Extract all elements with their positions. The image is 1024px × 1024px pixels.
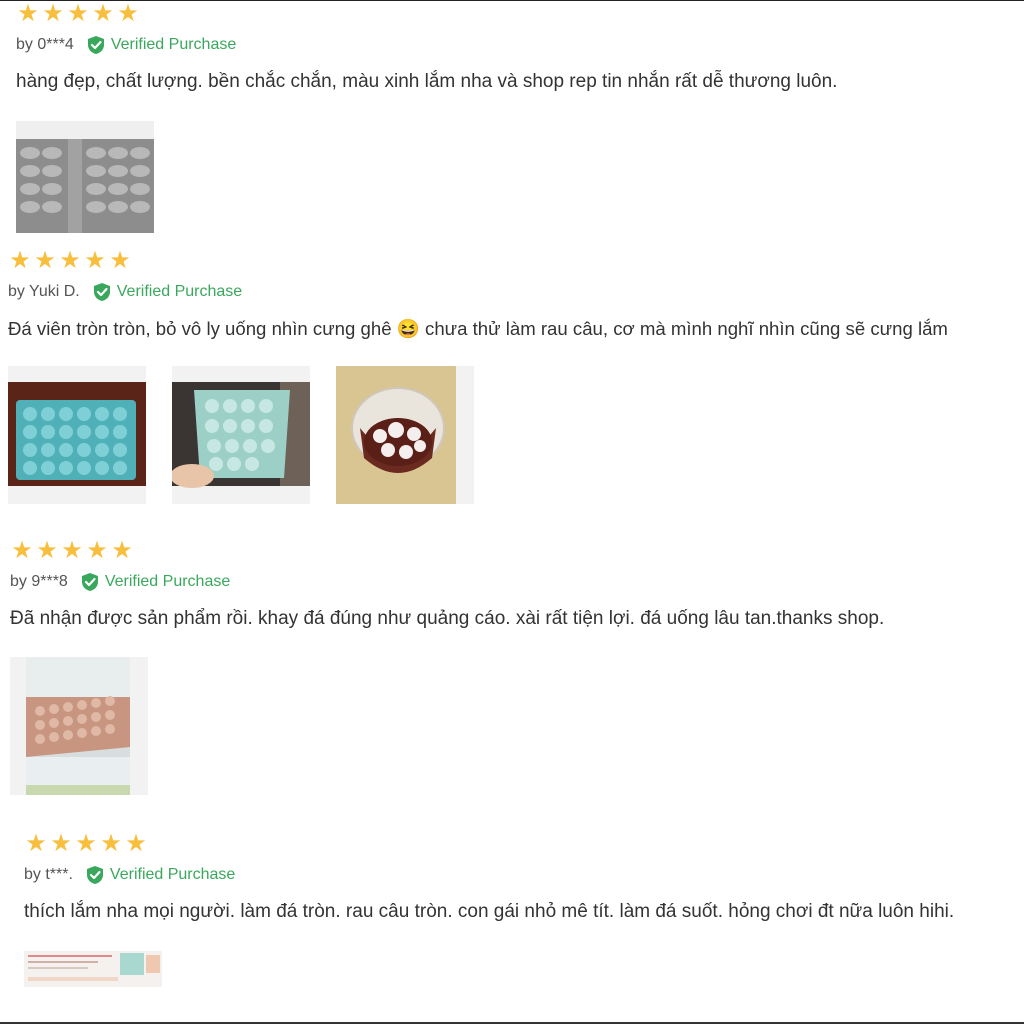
- review-item: ★ ★ ★ ★ ★ by t***. Verified Purchase thí…: [24, 832, 954, 987]
- top-border: [0, 0, 1024, 1]
- star-rating: ★ ★ ★ ★ ★: [16, 2, 837, 26]
- review-item: ★ ★ ★ ★ ★ by 9***8 Verified Purchase Đã …: [10, 539, 884, 795]
- star-icon: ★: [67, 0, 89, 27]
- review-photo[interactable]: [172, 366, 310, 504]
- star-icon: ★: [50, 830, 72, 857]
- review-item: ★ ★ ★ ★ ★ by 0***4 Verified Purchase hàn…: [16, 2, 837, 233]
- review-photo[interactable]: [336, 366, 474, 504]
- star-icon: ★: [117, 0, 139, 27]
- shield-check-icon: [87, 36, 104, 54]
- review-author: by 9***8: [10, 573, 68, 590]
- review-photo[interactable]: [16, 121, 154, 233]
- star-icon: ★: [34, 247, 56, 274]
- review-text: Đá viên tròn tròn, bỏ vô ly uống nhìn cư…: [8, 318, 948, 339]
- review-photo[interactable]: [10, 657, 148, 795]
- shield-check-icon: [93, 283, 110, 301]
- star-rating: ★ ★ ★ ★ ★: [8, 249, 948, 273]
- star-icon: ★: [9, 247, 31, 274]
- star-icon: ★: [86, 537, 108, 564]
- review-item: ★ ★ ★ ★ ★ by Yuki D. Verified Purchase Đ…: [8, 249, 948, 504]
- star-icon: ★: [75, 830, 97, 857]
- star-icon: ★: [36, 537, 58, 564]
- review-photo[interactable]: [24, 951, 162, 987]
- star-icon: ★: [125, 830, 147, 857]
- star-icon: ★: [84, 247, 106, 274]
- verified-purchase-label: Verified Purchase: [110, 36, 237, 53]
- star-icon: ★: [109, 247, 131, 274]
- star-icon: ★: [111, 537, 133, 564]
- star-icon: ★: [11, 537, 33, 564]
- review-text: Đã nhận được sản phẩm rồi. khay đá đúng …: [10, 608, 885, 629]
- verified-purchase-label: Verified Purchase: [116, 283, 243, 300]
- verified-purchase-label: Verified Purchase: [109, 866, 236, 883]
- review-text: hàng đẹp, chất lượng. bền chắc chắn, màu…: [16, 71, 838, 92]
- star-icon: ★: [92, 0, 114, 27]
- star-icon: ★: [17, 0, 39, 27]
- star-icon: ★: [61, 537, 83, 564]
- star-icon: ★: [59, 247, 81, 274]
- star-rating: ★ ★ ★ ★ ★: [10, 539, 884, 563]
- star-rating: ★ ★ ★ ★ ★: [24, 832, 954, 856]
- star-icon: ★: [42, 0, 64, 27]
- review-text: thích lắm nha mọi người. làm đá tròn. ra…: [24, 901, 955, 922]
- star-icon: ★: [100, 830, 122, 857]
- review-photo[interactable]: [8, 366, 146, 504]
- review-author: by 0***4: [16, 36, 74, 53]
- star-icon: ★: [25, 830, 47, 857]
- review-author: by t***.: [24, 866, 73, 883]
- verified-purchase-label: Verified Purchase: [104, 573, 231, 590]
- review-author: by Yuki D.: [8, 283, 80, 300]
- shield-check-icon: [81, 573, 98, 591]
- shield-check-icon: [86, 866, 103, 884]
